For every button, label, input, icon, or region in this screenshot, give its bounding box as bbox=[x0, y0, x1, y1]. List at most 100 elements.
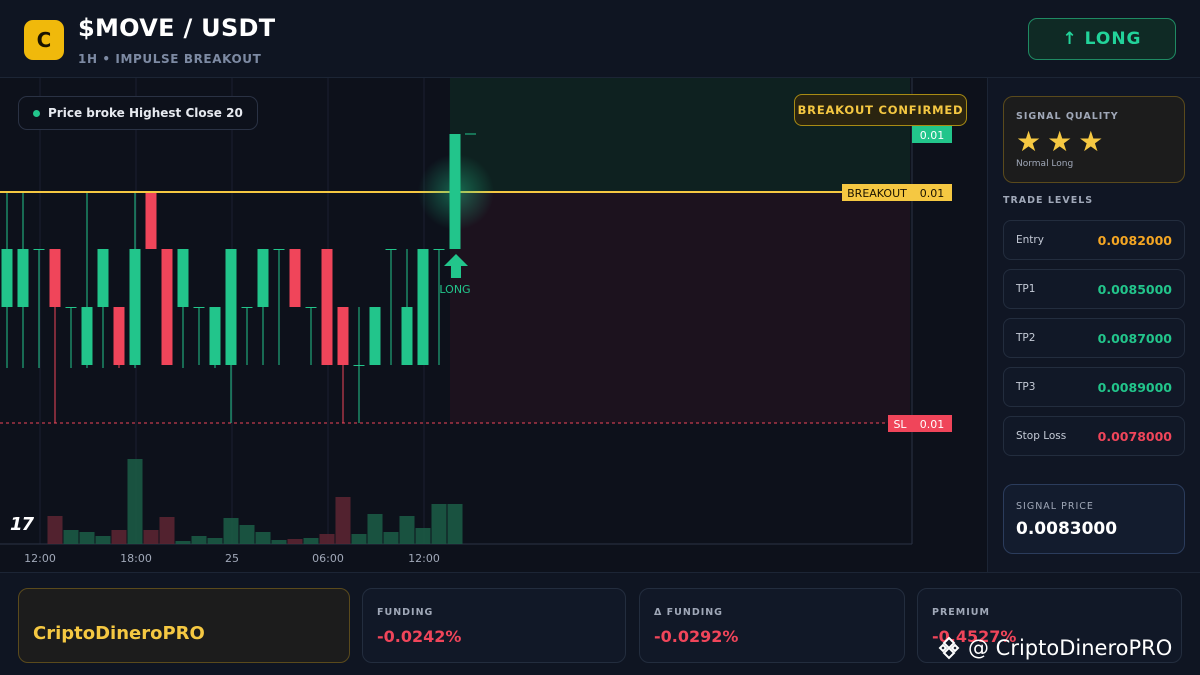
candle-body bbox=[385, 249, 397, 250]
star-icon: ★ bbox=[1047, 125, 1073, 158]
star-icon: ★ bbox=[1078, 125, 1104, 158]
watermark: @ CriptoDineroPRO bbox=[936, 635, 1172, 661]
volume-bar bbox=[223, 518, 239, 544]
level-value: 0.0078000 bbox=[1097, 428, 1172, 444]
level-tp1: TP1 0.0085000 bbox=[1003, 269, 1185, 309]
volume-bar bbox=[351, 534, 367, 544]
breakout-note: Price broke Highest Close 20 bbox=[18, 96, 258, 130]
quality-stars: ★ ★ ★ bbox=[1016, 125, 1103, 158]
candle-body bbox=[305, 307, 317, 308]
stat-title: FUNDING bbox=[377, 607, 434, 618]
volume-bar bbox=[383, 532, 399, 544]
candle-body bbox=[241, 307, 253, 308]
time-axis-label: 06:00 bbox=[312, 552, 344, 565]
long-button[interactable]: ↑ LONG bbox=[1028, 18, 1176, 60]
pair-title: $MOVE / USDT bbox=[78, 14, 276, 42]
level-name: TP3 bbox=[1016, 381, 1036, 393]
candle-body bbox=[353, 365, 365, 366]
volume-bar bbox=[271, 540, 287, 544]
candle-body bbox=[433, 249, 445, 250]
target-tag-value: 0.01 bbox=[920, 129, 945, 142]
trade-levels-title: TRADE LEVELS bbox=[1003, 195, 1094, 206]
arrow-label: LONG bbox=[439, 283, 470, 296]
candle-body bbox=[49, 249, 61, 307]
level-tp3: TP3 0.0089000 bbox=[1003, 367, 1185, 407]
time-axis-label: 12:00 bbox=[24, 552, 56, 565]
app-logo: C bbox=[24, 20, 64, 60]
volume-bar bbox=[319, 534, 335, 544]
time-axis-label: 25 bbox=[225, 552, 239, 565]
stat-value: -0.0242% bbox=[377, 627, 462, 646]
volume-bar bbox=[175, 541, 191, 544]
watermark-text: @ CriptoDineroPRO bbox=[968, 636, 1173, 660]
sl-tag-value: 0.01 bbox=[920, 418, 945, 431]
breakout-confirmed-badge: BREAKOUT CONFIRMED bbox=[794, 94, 967, 126]
candle-body bbox=[257, 249, 269, 307]
volume-bar bbox=[367, 514, 383, 544]
candle-body bbox=[65, 307, 77, 308]
volume-bar bbox=[79, 532, 95, 544]
chart-canvas: LONG 0.01 BREAKOUT 0.01 SL 0.01 12:00 18:… bbox=[0, 78, 952, 565]
sl-tag-label: SL bbox=[893, 418, 907, 431]
candle-body bbox=[401, 307, 413, 365]
volume-bar bbox=[111, 530, 127, 544]
volume-bar bbox=[447, 504, 463, 544]
volume-bar bbox=[287, 539, 303, 544]
signal-price-title: SIGNAL PRICE bbox=[1016, 501, 1094, 512]
footer: CriptoDineroPRO FUNDING -0.0242% Δ FUNDI… bbox=[0, 572, 1200, 675]
volume-bar bbox=[399, 516, 415, 544]
volume-bar bbox=[335, 497, 351, 544]
level-value: 0.0085000 bbox=[1097, 281, 1172, 297]
level-stop-loss: Stop Loss 0.0078000 bbox=[1003, 416, 1185, 456]
time-axis-label: 12:00 bbox=[408, 552, 440, 565]
candle-body bbox=[225, 249, 237, 365]
time-axis-label: 18:00 bbox=[120, 552, 152, 565]
level-value: 0.0087000 bbox=[1097, 330, 1172, 346]
candle-body bbox=[273, 249, 285, 250]
candle-body bbox=[369, 307, 381, 365]
delta-funding-card: Δ FUNDING -0.0292% bbox=[639, 588, 905, 663]
volume-bar bbox=[239, 525, 255, 544]
level-name: Stop Loss bbox=[1016, 430, 1067, 442]
candle-body bbox=[177, 249, 189, 307]
candle-body bbox=[113, 307, 125, 365]
candle-body bbox=[337, 307, 349, 365]
candle-body bbox=[97, 249, 109, 307]
level-name: TP1 bbox=[1016, 283, 1036, 295]
candle-body bbox=[129, 249, 141, 365]
level-entry: Entry 0.0082000 bbox=[1003, 220, 1185, 260]
candle-body bbox=[17, 249, 29, 307]
volume-bar bbox=[143, 530, 159, 544]
brand-card: CriptoDineroPRO bbox=[18, 588, 350, 663]
candle-body bbox=[417, 249, 429, 365]
breakout-note-text: Price broke Highest Close 20 bbox=[48, 106, 243, 120]
level-name: Entry bbox=[1016, 234, 1044, 246]
candle-body bbox=[289, 249, 301, 307]
signal-panel: SIGNAL QUALITY ★ ★ ★ Normal Long TRADE L… bbox=[987, 78, 1200, 572]
candle-body bbox=[145, 193, 157, 249]
stat-value: -0.0292% bbox=[654, 627, 739, 646]
volume-bar bbox=[191, 536, 207, 544]
level-value: 0.0089000 bbox=[1097, 379, 1172, 395]
stat-title: PREMIUM bbox=[932, 607, 990, 618]
volume-bar bbox=[415, 528, 431, 544]
binance-logo-icon bbox=[938, 636, 960, 660]
volume-bar bbox=[431, 504, 447, 544]
breakout-tag-value: 0.01 bbox=[920, 187, 945, 200]
level-tp2: TP2 0.0087000 bbox=[1003, 318, 1185, 358]
signal-price-card: SIGNAL PRICE 0.0083000 bbox=[1003, 484, 1185, 554]
price-chart[interactable]: LONG 0.01 BREAKOUT 0.01 SL 0.01 12:00 18:… bbox=[0, 78, 985, 572]
volume-bar bbox=[127, 459, 143, 544]
timeframe-subtitle: 1H • IMPULSE BREAKOUT bbox=[78, 52, 262, 66]
quality-title: SIGNAL QUALITY bbox=[1016, 111, 1119, 122]
brand-name: CriptoDineroPRO bbox=[33, 623, 205, 644]
breakout-tag-label: BREAKOUT bbox=[847, 187, 907, 200]
volume-bar bbox=[303, 538, 319, 544]
candle-body bbox=[209, 307, 221, 365]
level-name: TP2 bbox=[1016, 332, 1036, 344]
volume-bar bbox=[159, 517, 175, 544]
candle-body bbox=[449, 134, 461, 249]
tradingview-logo: 17 bbox=[10, 514, 34, 535]
signal-price-value: 0.0083000 bbox=[1016, 519, 1118, 539]
candle-body bbox=[33, 249, 45, 250]
